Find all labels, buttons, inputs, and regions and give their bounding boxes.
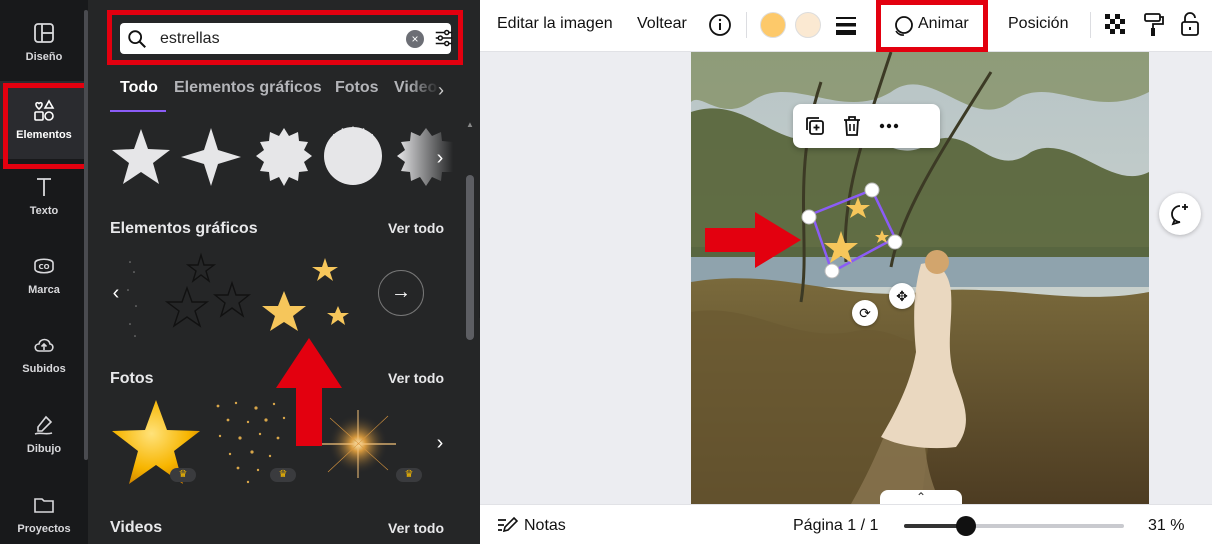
- animate-button[interactable]: Animar: [918, 15, 969, 33]
- element-context-menu: [793, 104, 940, 148]
- edit-image-button[interactable]: Editar la imagen: [497, 15, 613, 33]
- position-button[interactable]: Posición: [1008, 15, 1068, 33]
- page-indicator[interactable]: Página 1 / 1: [793, 517, 878, 535]
- canva-editor: Diseño Elementos Texto CO Marca Subidos …: [0, 0, 1212, 544]
- section-title: Elementos gráficos: [110, 220, 258, 237]
- clear-icon[interactable]: ×: [406, 30, 424, 48]
- rail-label: Proyectos: [17, 523, 71, 535]
- tab-underline: [110, 110, 166, 112]
- rail-label: Texto: [29, 205, 59, 217]
- divider: [746, 12, 747, 38]
- crown-icon: ♛: [396, 468, 422, 482]
- svg-text:CO: CO: [38, 263, 49, 271]
- folder-icon: [34, 498, 54, 513]
- flip-button[interactable]: Voltear: [637, 15, 687, 33]
- color-swatch[interactable]: [760, 12, 786, 38]
- rail-label: Marca: [28, 284, 60, 296]
- rail-item-design[interactable]: Diseño: [0, 6, 88, 78]
- section-title: Videos: [110, 519, 163, 536]
- chevron-right-icon[interactable]: ›: [426, 430, 454, 458]
- duplicate-icon[interactable]: [803, 114, 827, 138]
- scroll-up-icon[interactable]: ▲: [466, 120, 474, 129]
- highlight-box: [3, 83, 91, 169]
- crown-icon: ♛: [270, 468, 296, 482]
- filter-icon[interactable]: [433, 27, 455, 49]
- see-all-link[interactable]: Ver todo: [388, 520, 444, 536]
- rotate-icon[interactable]: ⟳: [852, 300, 878, 326]
- see-all-link[interactable]: Ver todo: [388, 220, 444, 236]
- rail-item-projects[interactable]: Proyectos: [0, 478, 88, 544]
- cloud-upload-icon: [34, 338, 54, 352]
- elements-panel: estrellas × Todo Elementos gráficos Foto…: [88, 0, 480, 544]
- chevron-right-icon[interactable]: ›: [426, 145, 454, 173]
- selected-stars-element[interactable]: [790, 182, 910, 282]
- highlight-box: estrellas ×: [107, 10, 463, 65]
- trash-icon[interactable]: [840, 114, 864, 138]
- section-title: Fotos: [110, 370, 154, 387]
- rail-item-text[interactable]: Texto: [0, 160, 88, 232]
- text-icon: [37, 178, 51, 196]
- draw-icon: [34, 415, 53, 435]
- tab-all[interactable]: Todo: [120, 79, 158, 97]
- annotation-arrow-right: [705, 212, 801, 268]
- rail-item-brand[interactable]: CO Marca: [0, 239, 88, 311]
- star-graphics-thumbs[interactable]: [124, 250, 364, 342]
- color-swatch[interactable]: [795, 12, 821, 38]
- notes-icon: [498, 516, 518, 533]
- search-value: estrellas: [160, 30, 220, 47]
- comment-add-icon: [1171, 204, 1188, 226]
- rail-label: Dibujo: [26, 443, 62, 455]
- bottom-bar: Notas Página 1 / 1 31 %: [480, 504, 1212, 544]
- rail-item-draw[interactable]: Dibujo: [0, 398, 88, 470]
- info-icon[interactable]: [708, 13, 732, 37]
- tab-graphics[interactable]: Elementos gráficos: [174, 79, 322, 97]
- rail-label: Subidos: [22, 363, 66, 375]
- rail-item-uploads[interactable]: Subidos: [0, 318, 88, 390]
- search-input[interactable]: estrellas ×: [120, 23, 453, 54]
- scrollbar-thumb[interactable]: [466, 175, 474, 340]
- star-shapes-row[interactable]: [108, 126, 458, 190]
- tab-photos[interactable]: Fotos: [335, 79, 379, 97]
- chevron-right-icon[interactable]: ›: [438, 80, 444, 101]
- divider: [1090, 12, 1091, 38]
- move-icon[interactable]: ✥: [889, 283, 915, 309]
- arrow-right-icon[interactable]: →: [378, 270, 424, 316]
- canvas-area: ⟳ ✥ ⌃: [480, 52, 1212, 506]
- crown-icon: ♛: [170, 468, 196, 482]
- tabs-fade: [408, 76, 460, 104]
- left-rail: Diseño Elementos Texto CO Marca Subidos …: [0, 0, 91, 544]
- zoom-level[interactable]: 31 %: [1148, 517, 1184, 535]
- layout-icon: [34, 23, 54, 43]
- lock-icon[interactable]: [1179, 11, 1201, 37]
- panel-scrollbar[interactable]: ▲: [466, 120, 474, 544]
- line-weight-icon[interactable]: [835, 14, 857, 36]
- zoom-slider-knob[interactable]: [955, 516, 976, 536]
- more-icon[interactable]: [877, 114, 901, 138]
- add-comment-button[interactable]: [1159, 193, 1201, 235]
- animate-icon[interactable]: [891, 14, 915, 38]
- see-all-link[interactable]: Ver todo: [388, 370, 444, 386]
- search-icon: [128, 30, 146, 48]
- annotation-arrow-up: [276, 338, 342, 446]
- rail-item-elements[interactable]: Elementos: [0, 81, 91, 169]
- paint-roller-icon[interactable]: [1142, 12, 1166, 38]
- transparency-icon[interactable]: [1105, 14, 1127, 36]
- zoom-slider[interactable]: [904, 516, 1124, 536]
- rail-label: Diseño: [25, 51, 63, 63]
- brand-icon: CO: [34, 258, 54, 274]
- top-toolbar: Editar la imagen Voltear Animar Posición: [480, 0, 1212, 52]
- notes-button[interactable]: Notas: [524, 517, 566, 535]
